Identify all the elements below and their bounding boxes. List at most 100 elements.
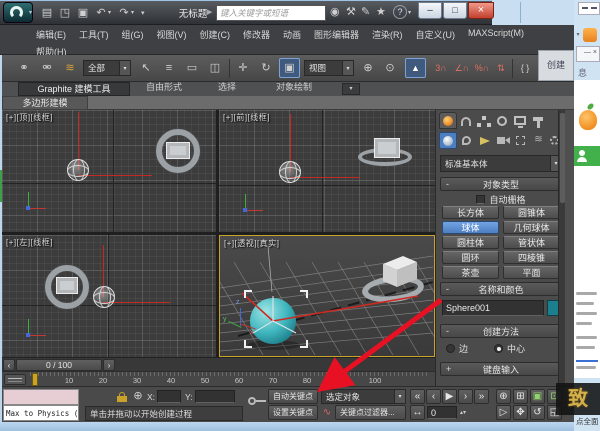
menu-rendering[interactable]: 渲染(R) xyxy=(372,28,403,41)
go-to-start-button[interactable]: « xyxy=(410,389,425,404)
viewport-top[interactable]: [+][顶][线框] xyxy=(2,110,216,232)
use-pivot-center-icon[interactable]: ⊕ xyxy=(358,59,378,78)
tab-hierarchy[interactable] xyxy=(476,114,493,129)
named-selection-sets-icon[interactable]: { } xyxy=(515,59,535,78)
go-to-end-button[interactable]: » xyxy=(474,389,489,404)
radio-edge[interactable]: 边 xyxy=(446,342,468,355)
rollout-object-type[interactable]: - 对象类型 xyxy=(440,177,562,191)
category-geometry[interactable] xyxy=(439,132,457,149)
menu-graph-editors[interactable]: 图形编辑器 xyxy=(314,28,359,41)
keyboard-override-toggle-icon[interactable]: ▲ xyxy=(405,58,426,78)
button-pyramid[interactable]: 四棱锥 xyxy=(503,251,560,264)
time-step-back-button[interactable]: ‹ xyxy=(3,359,15,371)
tab-display[interactable] xyxy=(512,114,529,129)
current-frame-field[interactable] xyxy=(427,406,457,419)
minimize-button[interactable]: – xyxy=(418,2,442,19)
bind-to-space-warp-icon[interactable]: ≋ xyxy=(60,59,80,78)
selection-region-icon[interactable]: ▭ xyxy=(182,59,202,78)
zoom-icon[interactable]: ⊕ xyxy=(496,389,511,404)
button-box[interactable]: 长方体 xyxy=(442,206,499,219)
move-gizmo-x-axis[interactable] xyxy=(78,175,152,176)
menu-group[interactable]: 组(G) xyxy=(122,28,144,41)
selection-filter-dropdown[interactable]: 全部 ▾ xyxy=(83,60,131,76)
key-filters-curve-icon[interactable]: ∿ xyxy=(321,406,333,420)
selection-set-dropdown[interactable]: 选定对象 ▾ xyxy=(321,389,406,404)
undo-flyout-icon[interactable]: ▾ xyxy=(108,10,111,16)
help-icon[interactable]: ? xyxy=(393,5,407,19)
angle-snap-icon[interactable]: ∠∩ xyxy=(452,59,472,78)
time-slider-button[interactable]: 0 / 100 xyxy=(16,359,102,371)
absolute-offset-gear-icon[interactable]: ⊕ xyxy=(131,389,145,404)
sphere-object[interactable] xyxy=(67,159,89,181)
rollout-keyboard-entry[interactable]: + 键盘输入 xyxy=(440,362,562,376)
button-tube[interactable]: 管状体 xyxy=(503,236,560,249)
spinner-snap-icon[interactable]: ⇅ xyxy=(491,59,511,78)
time-step-forward-button[interactable]: › xyxy=(103,359,115,371)
button-cone[interactable]: 圆锥体 xyxy=(503,206,560,219)
redo-icon[interactable]: ↷ xyxy=(116,5,132,21)
menu-tools[interactable]: 工具(T) xyxy=(79,28,109,41)
spacewarps-icon[interactable]: ≋ xyxy=(531,133,546,147)
search-expand-icon[interactable]: ▶ xyxy=(207,9,212,16)
sphere-object[interactable] xyxy=(93,286,115,308)
zoom-all-icon[interactable]: ⊞ xyxy=(513,389,528,404)
category-cameras[interactable] xyxy=(496,134,511,147)
radio-center[interactable]: 中心 xyxy=(494,342,525,355)
key-mode-toggle-icon[interactable]: ↔ xyxy=(410,405,425,420)
maxscript-mini-listener-pink[interactable] xyxy=(3,389,79,405)
search-input[interactable] xyxy=(216,5,326,21)
next-frame-button[interactable]: › xyxy=(458,389,473,404)
zoom-extents-icon[interactable]: ▣ xyxy=(530,389,545,404)
pan-hand-icon[interactable]: ✥ xyxy=(513,405,528,420)
quickbar-flyout-icon[interactable]: ▾ xyxy=(141,10,145,17)
play-button[interactable]: ▶ xyxy=(442,389,457,404)
binoculars-icon[interactable]: ◉ xyxy=(330,7,340,18)
tab-create[interactable] xyxy=(439,112,457,129)
time-slider-track[interactable]: ‹ 0 / 100 › xyxy=(0,357,435,371)
mini-curve-editor-icon[interactable] xyxy=(4,374,26,385)
orbit-icon[interactable]: ↺ xyxy=(530,405,545,420)
select-and-link-icon[interactable]: ⚭ xyxy=(14,59,34,78)
button-plane[interactable]: 平面 xyxy=(503,266,560,279)
viewport-front[interactable]: [+][前][线框] xyxy=(219,110,435,232)
max-logo-button[interactable]: ▾ xyxy=(3,2,33,23)
scrollbar-thumb[interactable] xyxy=(560,113,565,203)
reference-coordinate-dropdown[interactable]: 视图 ▾ xyxy=(304,60,354,76)
viewport-label[interactable]: [+][前][线框] xyxy=(223,112,270,123)
help-flyout-icon[interactable]: ▾ xyxy=(408,10,411,16)
wrench-icon[interactable]: ⚒ xyxy=(346,7,356,18)
ribbon-tab-freeform[interactable]: 自由形式 xyxy=(146,83,182,92)
select-and-rotate-icon[interactable]: ↻ xyxy=(256,59,276,78)
select-and-scale-icon[interactable]: ▣ xyxy=(279,58,300,78)
maximize-button[interactable]: □ xyxy=(443,2,467,19)
close-button[interactable]: × xyxy=(468,2,494,19)
save-file-icon[interactable]: ▣ xyxy=(75,5,91,21)
unlink-selection-icon[interactable]: ⚮ xyxy=(37,59,57,78)
menu-edit[interactable]: 编辑(E) xyxy=(36,28,66,41)
category-lights[interactable] xyxy=(478,134,493,147)
snap-toggle-3d-icon[interactable]: 3∩ xyxy=(431,59,451,78)
field-of-view-icon[interactable]: ▷ xyxy=(496,405,511,420)
button-cylinder[interactable]: 圆柱体 xyxy=(442,236,499,249)
menu-customize[interactable]: 自定义(U) xyxy=(416,28,456,41)
geometry-category-dropdown[interactable]: 标准基本体 ▾ xyxy=(440,155,562,172)
menu-views[interactable]: 视图(V) xyxy=(157,28,187,41)
menu-animation[interactable]: 动画 xyxy=(283,28,301,41)
category-shapes[interactable] xyxy=(460,134,475,147)
key-filters-button[interactable]: 关键点过滤器... xyxy=(335,405,406,420)
ribbon-tab-selection[interactable]: 选择 xyxy=(218,83,236,92)
button-torus[interactable]: 圆环 xyxy=(442,251,499,264)
sphere-object[interactable] xyxy=(279,161,301,183)
button-geosphere[interactable]: 几何球体 xyxy=(503,221,560,234)
tab-utilities[interactable] xyxy=(530,114,547,129)
selection-lock-icon[interactable] xyxy=(117,392,127,402)
track-bar[interactable]: 0 10 20 30 40 50 60 70 80 90 100 xyxy=(0,371,435,386)
ribbon-subtab-polymodeling[interactable]: 多边形建模 xyxy=(2,96,88,110)
time-marker[interactable] xyxy=(32,373,38,386)
panel-scrollbar[interactable] xyxy=(558,110,565,422)
button-sphere[interactable]: 球体 xyxy=(442,221,499,234)
select-by-name-icon[interactable]: ≡ xyxy=(159,59,179,78)
ribbon-tab-graphite[interactable]: Graphite 建模工具 xyxy=(18,82,130,96)
viewport-label[interactable]: [+][透视][真实] xyxy=(224,238,280,249)
set-key-button[interactable]: 设置关键点 xyxy=(268,405,318,420)
